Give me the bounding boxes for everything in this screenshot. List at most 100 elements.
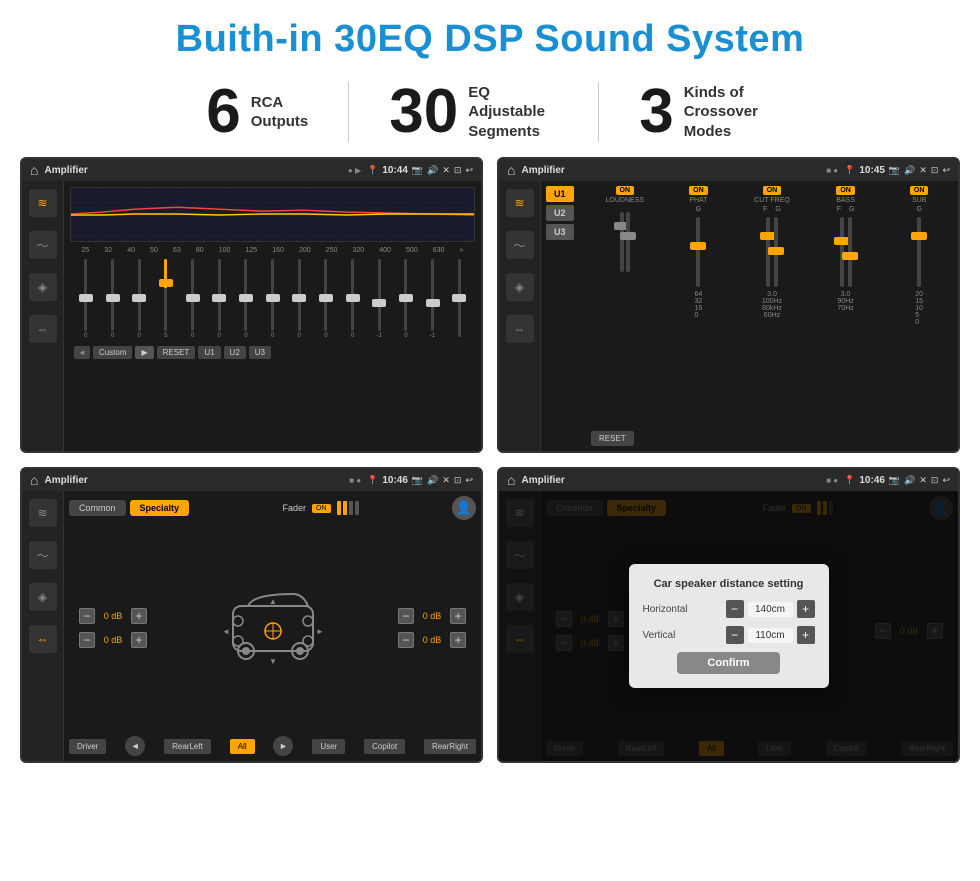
- eq-slider-7[interactable]: 0: [234, 259, 258, 339]
- cutfreq-vals: 3.0100Hz80kHz60Hz: [762, 291, 782, 319]
- arrows-icon-2[interactable]: ⇔: [506, 315, 534, 343]
- db-plus-1[interactable]: +: [131, 608, 147, 624]
- horizontal-minus-btn[interactable]: −: [726, 600, 744, 618]
- db-minus-4[interactable]: −: [398, 632, 414, 648]
- bass-control: ON BASS FG 3.090Hz70Hz: [812, 186, 880, 312]
- eq-slider-6[interactable]: 0: [207, 259, 231, 339]
- status-icons-1: 📍 10:44 📷 🔊 ✕ ⊡ ↩: [367, 165, 473, 176]
- loudness-on-badge[interactable]: ON: [616, 186, 635, 195]
- driver-btn[interactable]: Driver: [69, 739, 106, 754]
- db-minus-3[interactable]: −: [398, 608, 414, 624]
- eq-icon-1[interactable]: ≋: [29, 189, 57, 217]
- wave-icon-1[interactable]: 〜: [29, 231, 57, 259]
- eq-slider-15[interactable]: [447, 259, 471, 339]
- eq-slider-10[interactable]: 0: [314, 259, 338, 339]
- u1-btn[interactable]: U1: [198, 346, 220, 359]
- speaker-icon-2[interactable]: ◈: [506, 273, 534, 301]
- u2-preset-btn[interactable]: U2: [546, 205, 574, 221]
- home-icon-1[interactable]: ⌂: [30, 162, 38, 178]
- left-nav-btn[interactable]: ◄: [125, 736, 145, 756]
- person-icon-3[interactable]: 👤: [452, 496, 476, 520]
- close-icon-4: ✕: [919, 475, 927, 486]
- screen2-amp: ⌂ Amplifier ■ ● 📍 10:45 📷 🔊 ✕ ⊡ ↩ ≋ 〜 ◈: [497, 157, 960, 453]
- u2-btn[interactable]: U2: [224, 346, 246, 359]
- cutfreq-control: ON CUT FREQ FG 3.0100Hz80kHz60Hz: [738, 186, 806, 319]
- eq-slider-4[interactable]: 5: [154, 259, 178, 339]
- eq-slider-5[interactable]: 0: [181, 259, 205, 339]
- screen3-title: Amplifier: [44, 475, 343, 486]
- loudness-slider-2[interactable]: [626, 212, 630, 272]
- bass-sliders: [840, 213, 852, 291]
- wave-icon-2[interactable]: 〜: [506, 231, 534, 259]
- arrows-icon-1[interactable]: ⇔: [29, 315, 57, 343]
- fader-on-badge[interactable]: ON: [312, 504, 331, 513]
- home-icon-2[interactable]: ⌂: [507, 162, 515, 178]
- preset-label: Custom: [93, 346, 133, 359]
- reset-btn-eq[interactable]: RESET: [157, 346, 196, 359]
- eq-icon-3[interactable]: ≋: [29, 499, 57, 527]
- eq-slider-9[interactable]: 0: [287, 259, 311, 339]
- db-plus-3[interactable]: +: [450, 608, 466, 624]
- u3-preset-btn[interactable]: U3: [546, 224, 574, 240]
- screen2-title: Amplifier: [521, 165, 820, 176]
- loudness-label: LOUDNESS: [606, 197, 645, 204]
- vertical-plus-btn[interactable]: +: [797, 626, 815, 644]
- screen3-fader: ⌂ Amplifier ■ ● 📍 10:46 📷 🔊 ✕ ⊡ ↩ ≋ 〜 ◈: [20, 467, 483, 763]
- vertical-minus-btn[interactable]: −: [726, 626, 744, 644]
- status-icons-2: 📍 10:45 📷 🔊 ✕ ⊡ ↩: [844, 165, 950, 176]
- copilot-btn[interactable]: Copilot: [364, 739, 405, 754]
- u1-preset-btn[interactable]: U1: [546, 186, 574, 202]
- play-btn[interactable]: ▶: [135, 346, 153, 359]
- status-icons-3: 📍 10:46 📷 🔊 ✕ ⊡ ↩: [367, 475, 473, 486]
- specialty-tab[interactable]: Specialty: [130, 500, 190, 516]
- camera-icon-3: 📷: [412, 475, 423, 486]
- cutfreq-on-badge[interactable]: ON: [763, 186, 782, 195]
- user-btn[interactable]: User: [312, 739, 345, 754]
- prev-btn[interactable]: ◄: [74, 346, 90, 359]
- phat-on-badge[interactable]: ON: [689, 186, 708, 195]
- phat-slider[interactable]: [696, 217, 700, 287]
- eq-slider-1[interactable]: 0: [74, 259, 98, 339]
- eq-slider-12[interactable]: -1: [367, 259, 391, 339]
- reset-btn-screen2[interactable]: RESET: [591, 431, 634, 446]
- eq-slider-8[interactable]: 0: [261, 259, 285, 339]
- home-icon-3[interactable]: ⌂: [30, 472, 38, 488]
- back-icon-1: ↩: [465, 165, 473, 176]
- cutfreq-slider-g[interactable]: [774, 217, 778, 287]
- bass-on-badge[interactable]: ON: [836, 186, 855, 195]
- location-icon-4: 📍: [844, 475, 855, 486]
- db-minus-1[interactable]: −: [79, 608, 95, 624]
- db-row-1: − 0 dB +: [79, 608, 147, 624]
- fader-label: Fader: [283, 503, 307, 513]
- eq-slider-13[interactable]: 0: [394, 259, 418, 339]
- horizontal-plus-btn[interactable]: +: [797, 600, 815, 618]
- db-plus-2[interactable]: +: [131, 632, 147, 648]
- horizontal-value: 140cm: [748, 602, 793, 617]
- sub-on-badge[interactable]: ON: [910, 186, 929, 195]
- eq-slider-3[interactable]: 0: [127, 259, 151, 339]
- rearleft-btn[interactable]: RearLeft: [164, 739, 211, 754]
- u3-btn[interactable]: U3: [249, 346, 271, 359]
- wave-icon-3[interactable]: 〜: [29, 541, 57, 569]
- arrows-icon-3[interactable]: ⇔: [29, 625, 57, 653]
- db-minus-2[interactable]: −: [79, 632, 95, 648]
- speaker-icon-3[interactable]: ◈: [29, 583, 57, 611]
- eq-slider-11[interactable]: 0: [341, 259, 365, 339]
- home-icon-4[interactable]: ⌂: [507, 472, 515, 488]
- eq-icon-2[interactable]: ≋: [506, 189, 534, 217]
- screen1-body: ≋ 〜 ◈ ⇔: [22, 181, 481, 451]
- eq-slider-14[interactable]: -1: [421, 259, 445, 339]
- eq-slider-2[interactable]: 0: [101, 259, 125, 339]
- db-plus-4[interactable]: +: [450, 632, 466, 648]
- loudness-slider-1[interactable]: [620, 212, 624, 272]
- right-nav-btn[interactable]: ►: [273, 736, 293, 756]
- bass-slider-g[interactable]: [848, 217, 852, 287]
- common-tab[interactable]: Common: [69, 500, 126, 516]
- sub-slider[interactable]: [917, 217, 921, 287]
- confirm-button[interactable]: Confirm: [677, 652, 779, 674]
- amp-controls: ON LOUDNESS ON PHAT G: [591, 186, 953, 446]
- screen4-time: 10:46: [859, 475, 885, 486]
- rearright-btn[interactable]: RearRight: [424, 739, 476, 754]
- speaker-icon-1[interactable]: ◈: [29, 273, 57, 301]
- all-btn[interactable]: All: [230, 739, 255, 754]
